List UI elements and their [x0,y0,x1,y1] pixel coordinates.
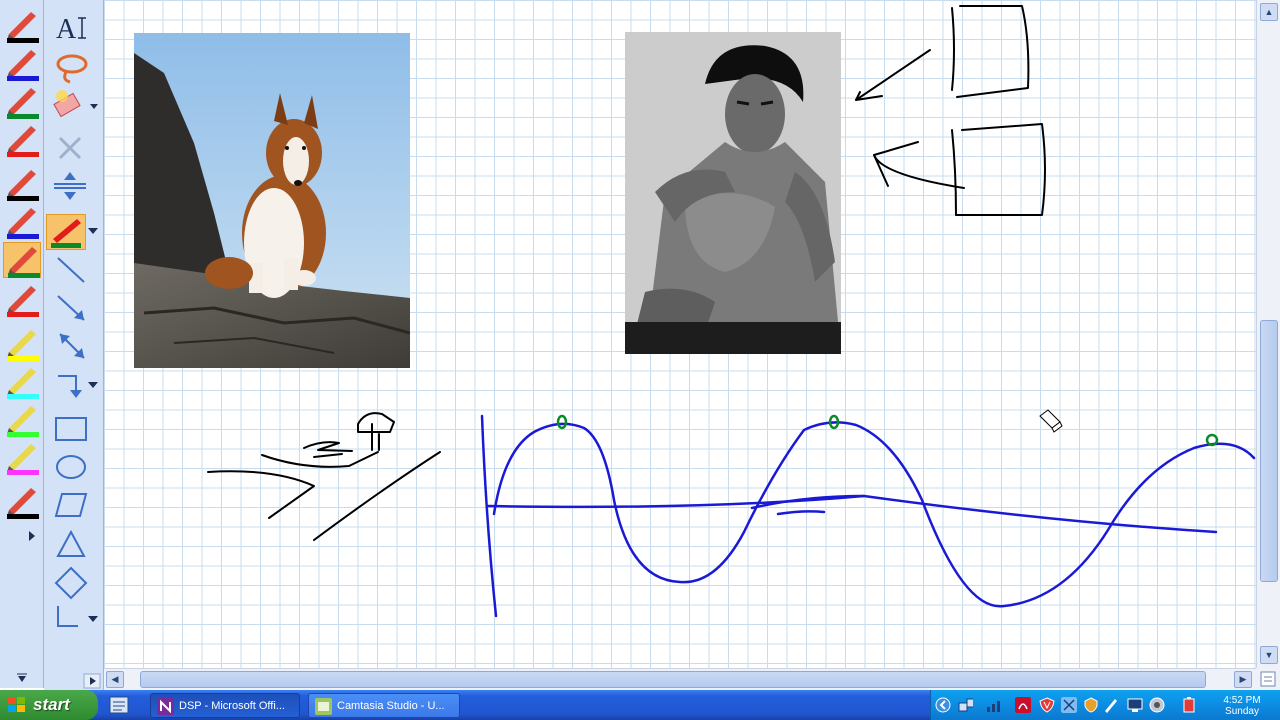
camtasia-icon [315,698,332,715]
green-pen-icon[interactable] [3,242,41,278]
scroll-down-icon[interactable] [0,548,44,688]
palette-footer [0,548,44,688]
insert-space-icon[interactable] [48,168,100,204]
tray-expand-icon[interactable] [935,697,951,713]
quick-launch-icon[interactable] [108,695,130,715]
axes-icon[interactable] [48,602,100,638]
horizontal-scrollbar[interactable]: ◀ ▶ [104,668,1256,690]
tool-palette-footer [44,640,104,690]
scroll-down-button[interactable]: ▼ [1260,646,1278,664]
scroll-up-button[interactable]: ▲ [1260,3,1278,21]
scroll-left-button[interactable]: ◀ [106,671,124,688]
diamond-icon[interactable] [48,564,100,600]
drawing-canvas[interactable] [104,0,1256,668]
scrollbar-corner [1256,668,1280,690]
onenote-drawing-window: A ▲ ▼ ◀ ▶ start DSP - Microsoft Offi... … [0,0,1280,720]
double-arrow-icon[interactable] [48,328,100,364]
tools-icon[interactable] [1061,697,1077,713]
vertical-scroll-thumb[interactable] [1260,320,1278,582]
task-camtasia[interactable]: Camtasia Studio - U... [308,693,460,718]
task-dsp-onenote[interactable]: DSP - Microsoft Offi... [150,693,300,718]
network-icon[interactable] [957,697,973,713]
signal-icon[interactable] [985,697,1001,713]
windows-taskbar: start DSP - Microsoft Offi... Camtasia S… [0,690,1280,720]
red-pen-icon[interactable] [3,122,41,158]
black-ink-strokes [207,5,1046,541]
antivirus-icon[interactable] [1039,697,1055,713]
magenta-highlighter-icon[interactable] [3,440,41,476]
clock-day: Sunday [1225,706,1259,717]
arrow-icon[interactable] [48,290,100,326]
expand-pens-icon[interactable] [24,528,40,544]
blue-ink-strokes [480,414,1256,618]
connector-icon[interactable] [48,366,100,402]
red-pen-icon[interactable] [3,282,41,318]
security-shield-icon[interactable] [1083,697,1099,713]
blue-pen-icon[interactable] [3,204,41,240]
task-label: Camtasia Studio - U... [337,700,445,712]
active-pen-icon[interactable] [46,214,86,250]
battery-icon[interactable] [1181,697,1197,713]
yellow-highlighter-icon[interactable] [3,326,41,362]
rectangle-icon[interactable] [48,410,100,446]
scroll-right-button[interactable]: ▶ [1234,671,1252,688]
green-highlighter-icon[interactable] [3,402,41,438]
system-clock[interactable]: 4:52 PM Sunday [1212,695,1272,717]
delete-icon[interactable] [48,130,100,166]
lasso-select-icon[interactable] [48,50,100,86]
green-pen-icon[interactable] [3,84,41,120]
page-options-icon[interactable] [1256,668,1280,690]
task-label: DSP - Microsoft Offi... [179,700,285,712]
green-peak-marks [556,414,1219,447]
pen-options-dropdown-icon[interactable] [86,226,100,236]
horizontal-scroll-thumb[interactable] [140,671,1206,688]
eraser-cursor-icon [1039,409,1063,433]
line-icon[interactable] [48,252,100,288]
start-label: start [33,695,70,714]
ink-layer [207,5,1256,618]
blue-pen-icon[interactable] [3,46,41,82]
acrobat-icon[interactable] [1015,697,1031,713]
start-button[interactable]: start [0,690,98,720]
windows-logo-icon [8,697,25,712]
vertical-scrollbar[interactable]: ▲ ▼ [1256,0,1280,668]
clock-time: 4:52 PM [1223,695,1261,706]
black-pen-icon[interactable] [3,8,41,44]
expand-palette-icon[interactable] [44,640,104,690]
eraser-icon[interactable] [48,88,100,124]
text-tool-icon[interactable]: A [48,12,100,48]
display-icon[interactable] [1127,697,1143,713]
onenote-icon [157,698,174,715]
parallelogram-icon[interactable] [48,486,100,522]
pen-tray-icon[interactable] [1103,697,1119,713]
black-pen-icon[interactable] [3,484,41,520]
black-pen-icon[interactable] [3,166,41,202]
text-cursor-icon [78,17,86,39]
triangle-icon[interactable] [48,526,100,562]
volume-icon[interactable] [1149,697,1165,713]
cyan-highlighter-icon[interactable] [3,364,41,400]
ellipse-icon[interactable] [48,448,100,484]
